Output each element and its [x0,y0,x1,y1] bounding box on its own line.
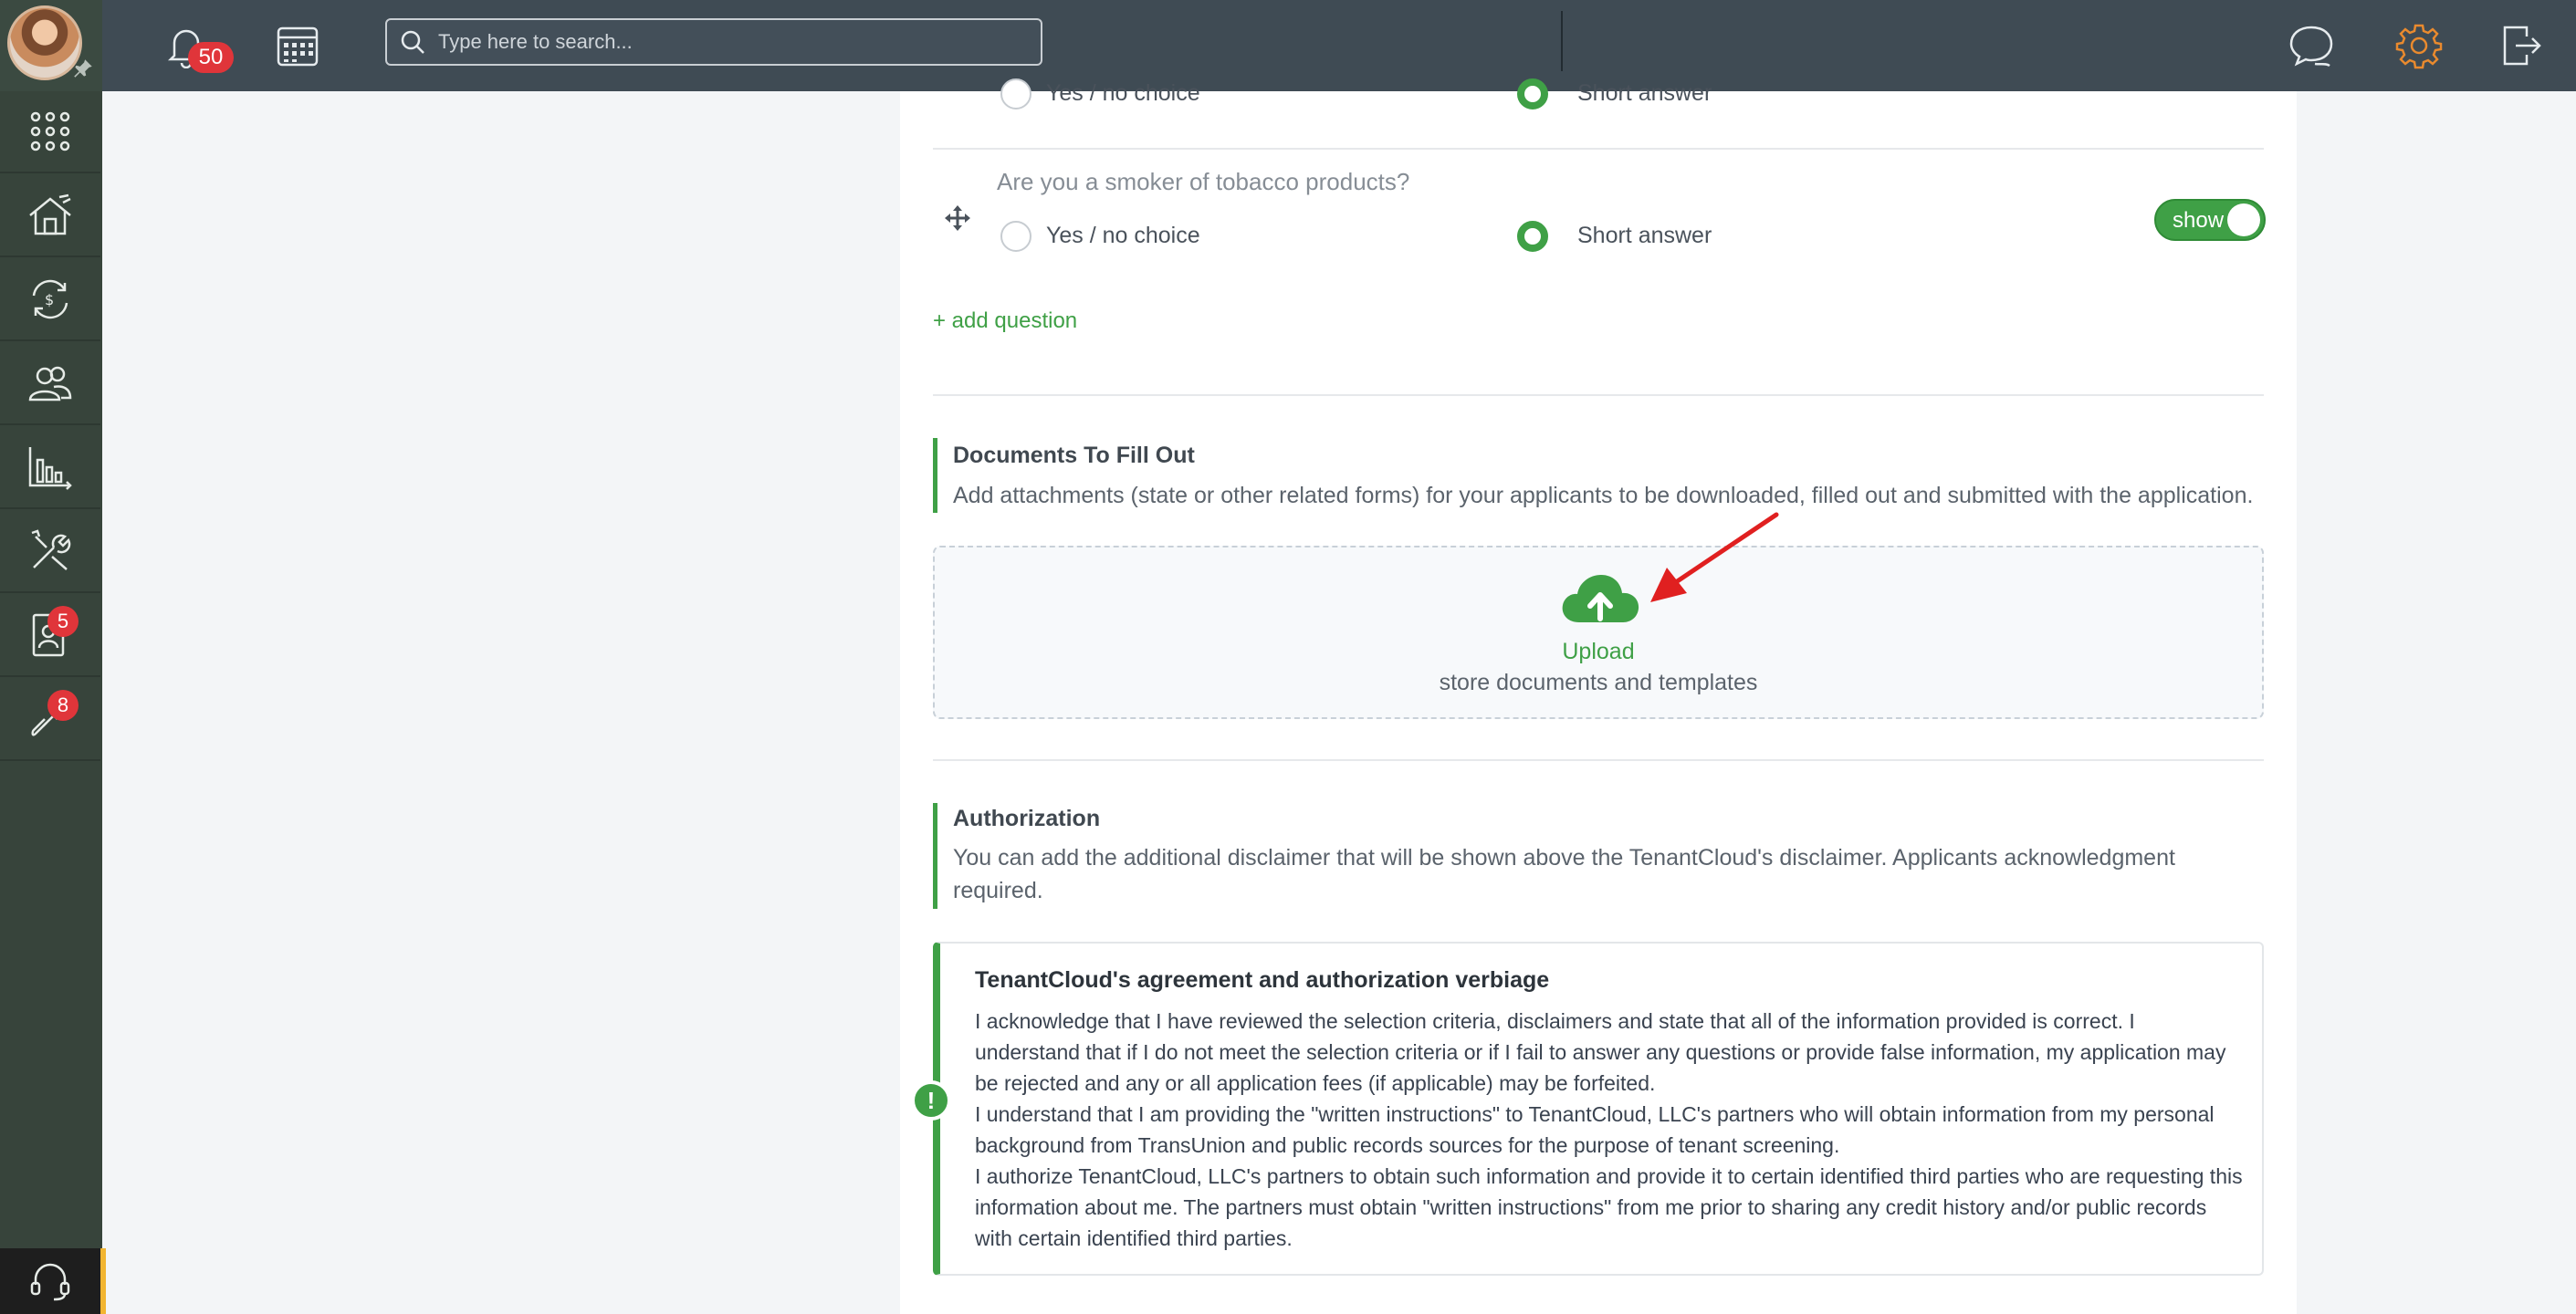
sidebar-item-integrations[interactable]: 8 [0,679,100,761]
grid-icon [30,111,70,151]
agreement-title: TenantCloud's agreement and authorizatio… [975,967,1550,993]
documents-description: Add attachments (state or other related … [953,483,2254,508]
gear-icon [2395,24,2443,69]
applications-badge: 5 [47,606,79,637]
add-question-link[interactable]: + add question [933,308,1077,334]
toggle-label: show [2173,208,2225,233]
section-accent-bar [933,803,937,909]
divider [933,759,2264,761]
sidebar-item-applications[interactable]: 5 [0,595,100,677]
authorization-title: Authorization [953,806,1101,831]
toggle-knob [2227,203,2260,236]
agreement-paragraph: I understand that I am providing the "wr… [975,1102,2215,1157]
headset-icon [30,1263,70,1301]
annotation-arrow [1650,512,1779,602]
top-bar: 50 [102,0,2576,91]
question-1-option-yes-no-label: Yes / no choice [1046,80,1200,106]
divider [933,394,2264,396]
upload-sublabel: store documents and templates [1439,670,1758,695]
logout-button[interactable] [2492,16,2550,75]
sidebar: $ 5 8 [0,0,106,1314]
sidebar-item-apps[interactable] [0,91,100,173]
question-2-visibility-toggle[interactable]: show [2154,199,2266,241]
house-icon [29,193,71,235]
topbar-divider [1561,11,1563,71]
notifications-badge: 50 [188,42,234,73]
question-2-option-short-answer-radio[interactable] [1517,221,1548,252]
tools-icon [31,529,71,570]
section-accent-bar [933,438,937,513]
support-indicator [100,1248,106,1314]
money-cycle-icon: $ [32,279,68,319]
search-box[interactable] [385,18,1042,66]
sidebar-item-contacts[interactable] [0,343,100,425]
user-menu[interactable] [0,0,102,91]
documents-title: Documents To Fill Out [953,443,1195,468]
question-1-option-short-answer-label: Short answer [1577,80,1712,106]
question-2-option-short-answer-label: Short answer [1577,223,1712,248]
integrations-badge: 8 [47,690,79,721]
calendar-button[interactable] [268,16,327,75]
sidebar-item-maintenance[interactable] [0,511,100,593]
authorization-description: You can add the additional disclaimer th… [953,845,2175,903]
people-icon [28,366,72,402]
exclamation-icon: ! [911,1080,951,1121]
agreement-box: ! TenantCloud's agreement and authorizat… [911,942,2264,1276]
calendar-icon [277,26,319,67]
agreement-body: I acknowledge that I have reviewed the s… [975,1006,2244,1254]
question-2-option-yes-no-label: Yes / no choice [1046,223,1200,248]
divider [933,148,2264,150]
application-settings-card: Yes / no choice Short answer Are you a s… [900,78,2297,1314]
question-1-option-short-answer-radio[interactable] [1517,78,1548,110]
drag-handle-icon[interactable] [944,204,971,232]
sidebar-item-reports[interactable] [0,427,100,509]
pin-icon[interactable] [71,57,95,80]
chart-icon [28,447,72,490]
upload-label: Upload [1562,639,1635,664]
sidebar-item-properties[interactable] [0,175,100,257]
logout-icon [2503,26,2541,66]
search-icon [387,20,438,64]
question-1-option-yes-no-radio[interactable] [1000,78,1031,110]
sidebar-item-accounting[interactable]: $ [0,259,100,341]
cloud-upload-icon [1562,575,1639,622]
svg-text:$: $ [45,291,54,308]
agreement-paragraph: I acknowledge that I have reviewed the s… [975,1009,2226,1095]
support-button[interactable] [0,1248,106,1314]
chat-icon [2289,26,2333,68]
upload-dropzone[interactable]: Upload store documents and templates [933,546,2264,719]
question-2-option-yes-no-radio[interactable] [1000,221,1031,252]
settings-button[interactable] [2390,16,2448,75]
question-2-text: Are you a smoker of tobacco products? [997,168,1410,195]
agreement-paragraph: I authorize TenantCloud, LLC's partners … [975,1164,2243,1250]
search-input[interactable] [438,30,1004,54]
chat-button[interactable] [2282,16,2340,75]
